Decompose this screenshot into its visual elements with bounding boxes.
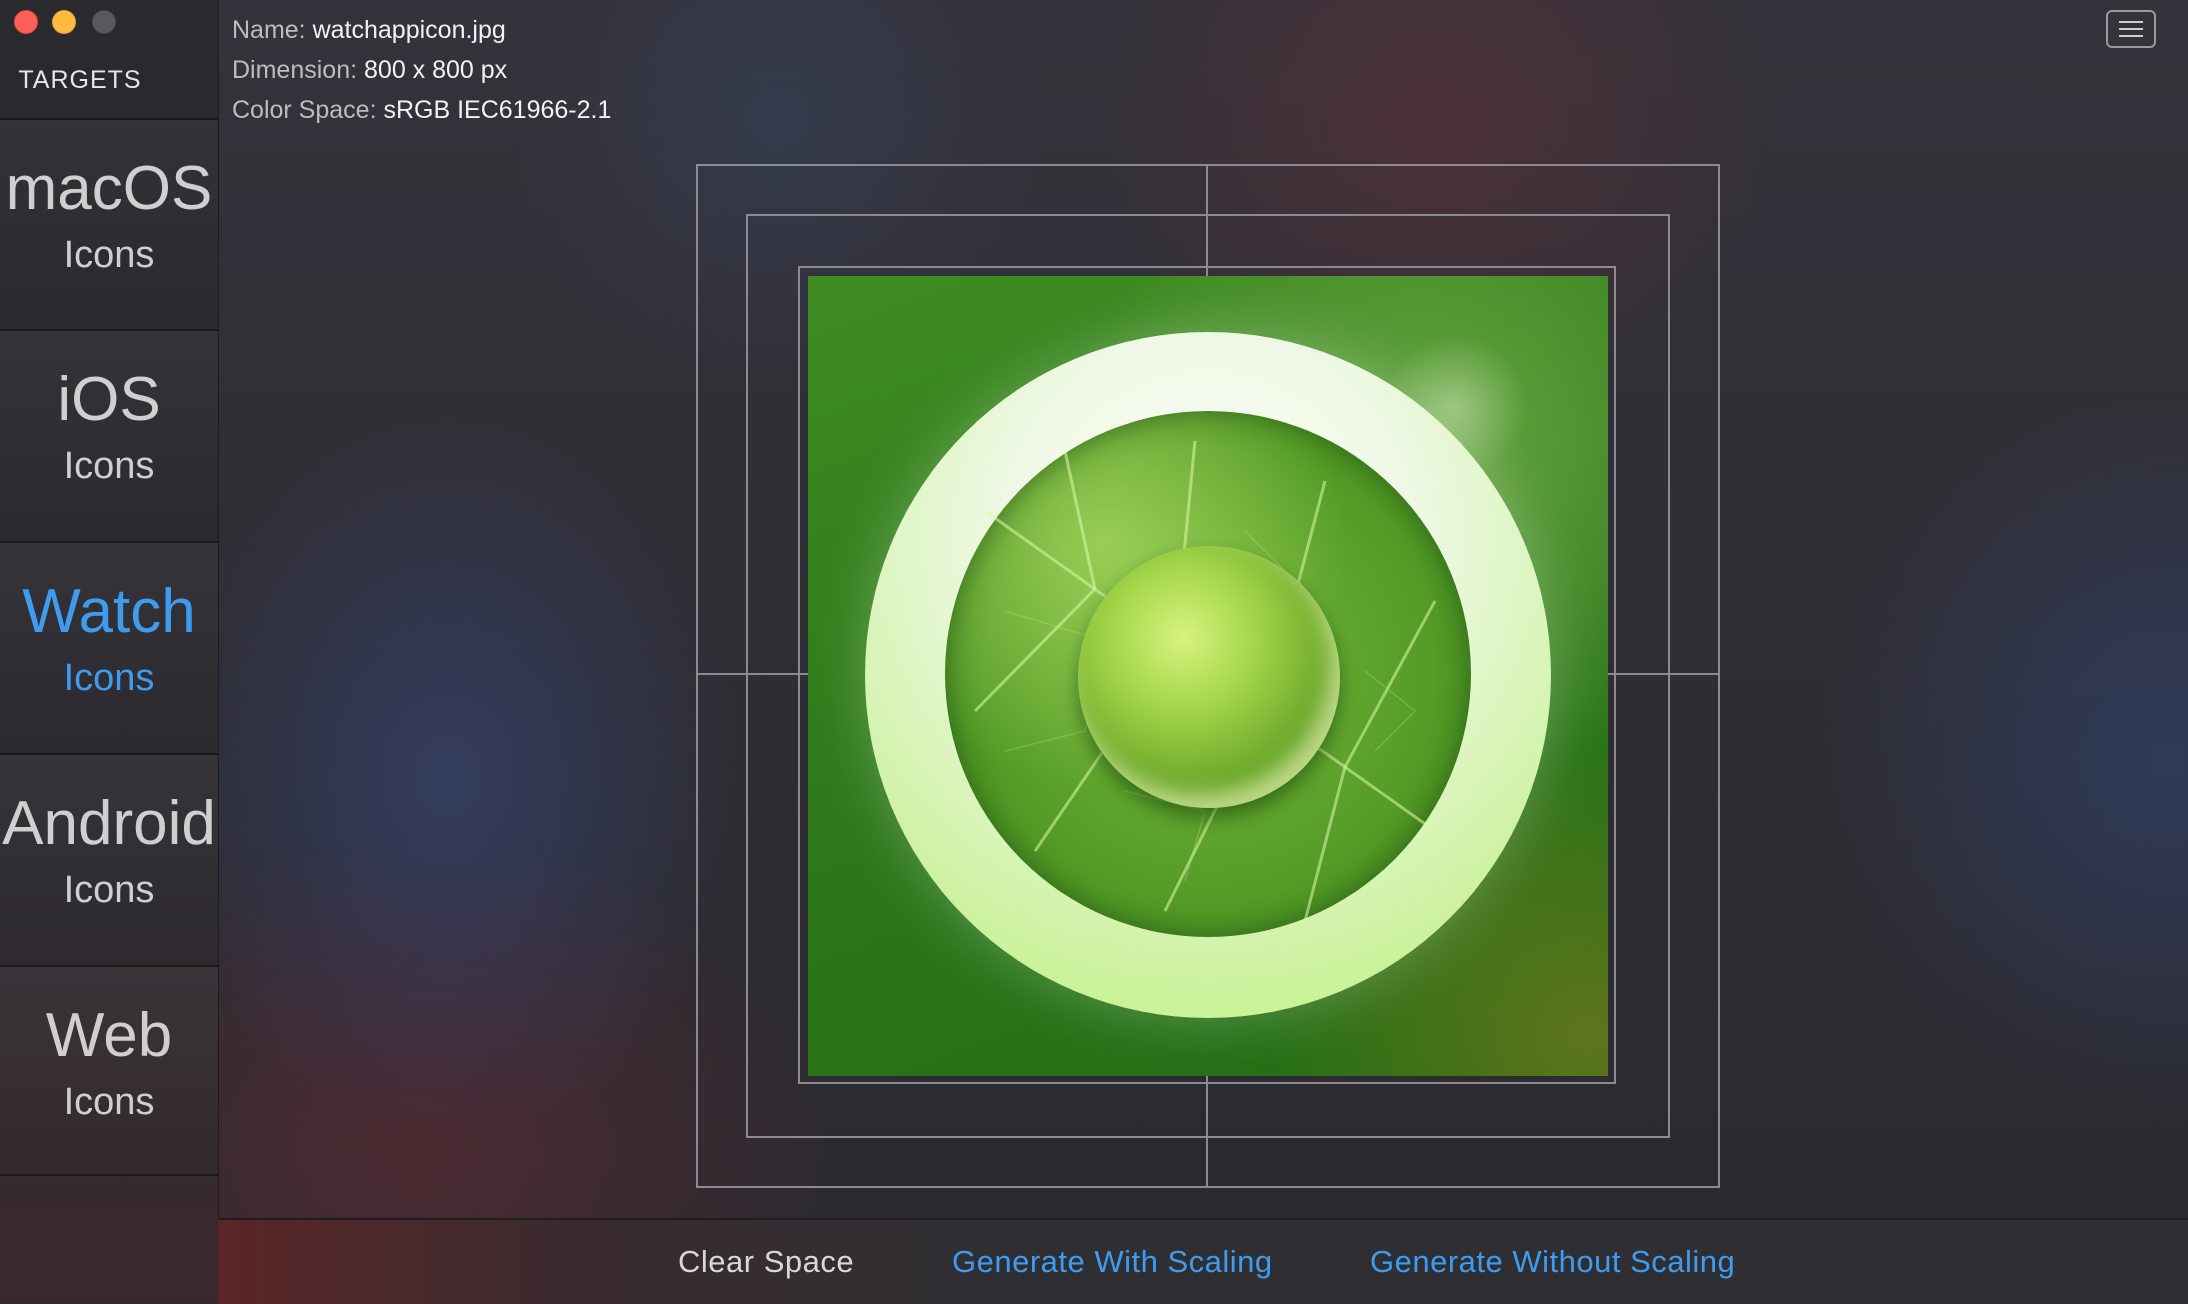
- sidebar-header: TARGETS: [18, 66, 142, 94]
- sidebar-item-subtitle: Icons: [63, 869, 155, 911]
- clear-space-button[interactable]: Clear Space: [678, 1244, 854, 1280]
- sidebar-item-subtitle: Icons: [63, 1081, 155, 1123]
- icon-water-drop: [1078, 546, 1340, 808]
- sidebar-item-watch[interactable]: Watch Icons: [0, 541, 218, 753]
- sidebar-item-title: Android: [2, 789, 216, 858]
- icon-preview-image: [808, 276, 1608, 1076]
- sidebar-item-web[interactable]: Web Icons: [0, 965, 218, 1177]
- sidebar-item-title: Web: [45, 1001, 173, 1070]
- sidebar-item-subtitle: Icons: [63, 445, 155, 487]
- info-name: Name: watchappicon.jpg: [232, 16, 506, 45]
- info-dimension-label: Dimension:: [232, 56, 358, 84]
- sidebar-item-title: macOS: [5, 154, 213, 223]
- info-name-value: watchappicon.jpg: [312, 16, 506, 44]
- sidebar-item-title: iOS: [57, 365, 161, 434]
- info-colorspace-label: Color Space:: [232, 96, 377, 124]
- bottom-action-bar: Clear Space Generate With Scaling Genera…: [218, 1218, 2188, 1304]
- minimize-window-button[interactable]: [52, 10, 76, 34]
- sidebar-item-title: Watch: [22, 577, 196, 646]
- info-dimension: Dimension: 800 x 800 px: [232, 56, 507, 85]
- sidebar: TARGETS macOS Icons iOS Icons Watch Icon…: [0, 0, 219, 1302]
- generate-without-scaling-button[interactable]: Generate Without Scaling: [1370, 1244, 1735, 1280]
- close-window-button[interactable]: [14, 10, 38, 34]
- hamburger-menu-icon[interactable]: [2106, 10, 2156, 48]
- sidebar-item-subtitle: Icons: [63, 234, 155, 276]
- info-colorspace: Color Space: sRGB IEC61966-2.1: [232, 96, 611, 125]
- generate-with-scaling-button[interactable]: Generate With Scaling: [952, 1244, 1273, 1280]
- info-name-label: Name:: [232, 16, 306, 44]
- sidebar-item-subtitle: Icons: [63, 657, 155, 699]
- sidebar-item-android[interactable]: Android Icons: [0, 753, 218, 965]
- zoom-window-button[interactable]: [92, 10, 116, 34]
- info-dimension-value: 800 x 800 px: [364, 56, 508, 84]
- info-colorspace-value: sRGB IEC61966-2.1: [383, 96, 612, 124]
- sidebar-item-ios[interactable]: iOS Icons: [0, 329, 218, 541]
- sidebar-divider: [0, 1174, 218, 1176]
- sidebar-item-macos[interactable]: macOS Icons: [0, 118, 218, 330]
